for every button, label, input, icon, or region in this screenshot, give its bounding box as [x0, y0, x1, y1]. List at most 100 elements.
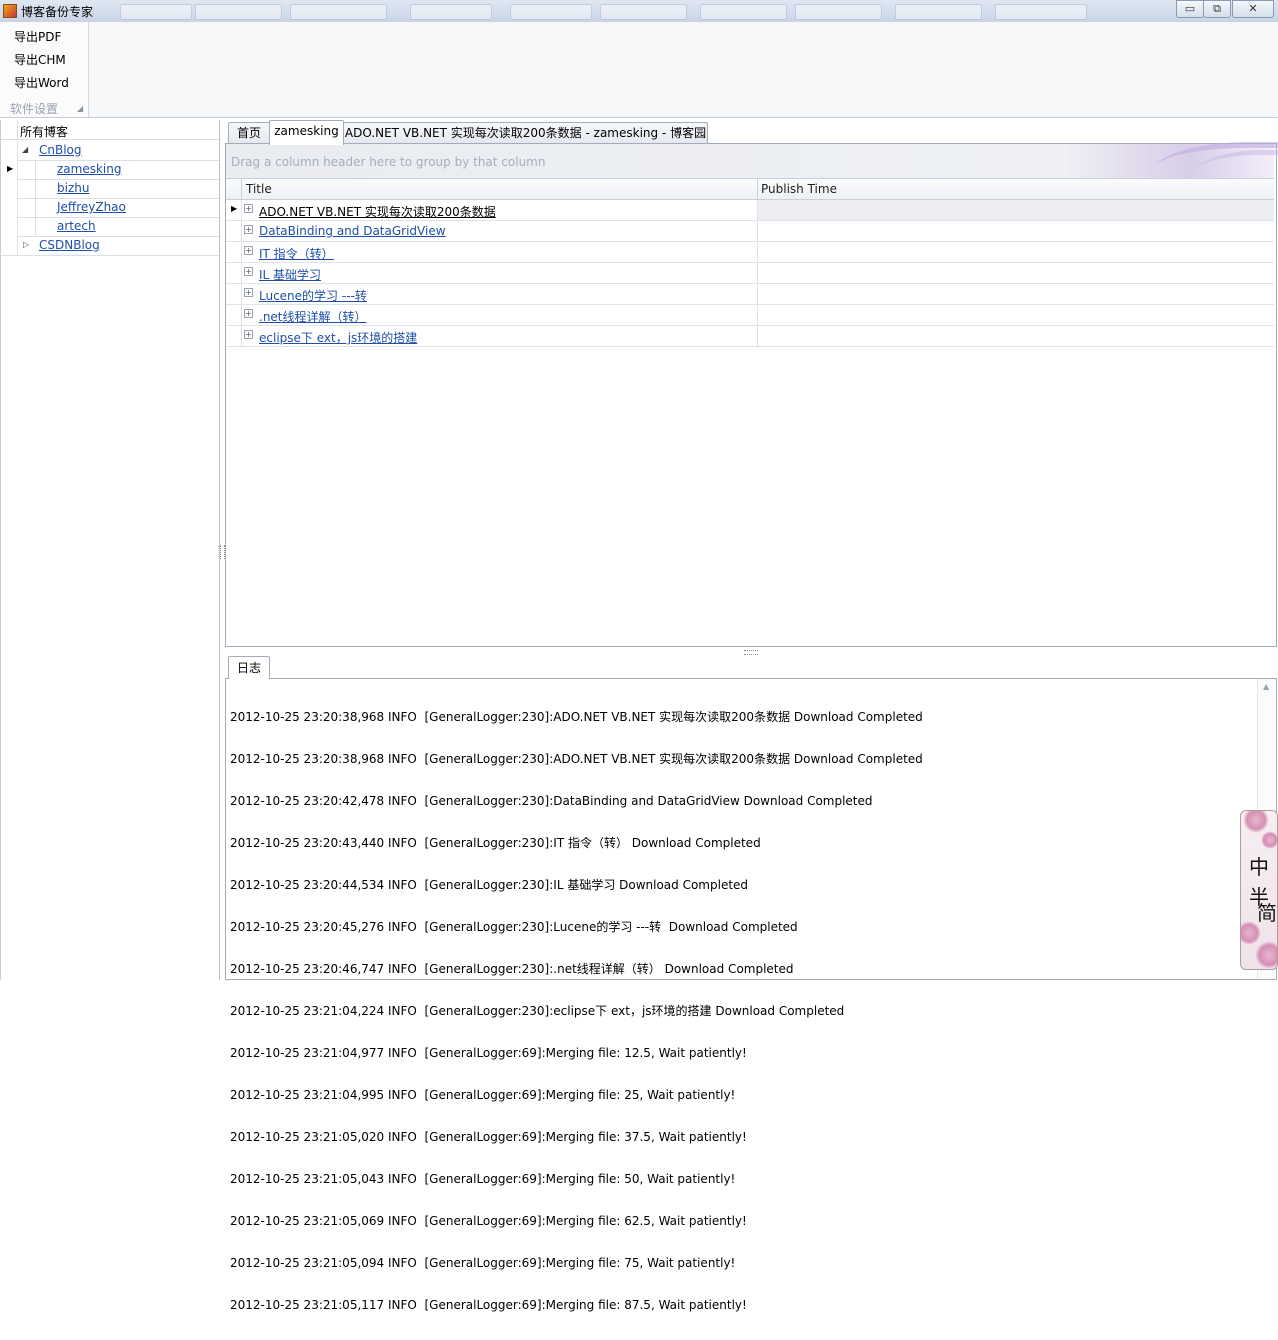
tab-log[interactable]: 日志: [228, 656, 270, 679]
expand-row-icon[interactable]: +: [244, 267, 253, 276]
background-taskbar-item: [700, 4, 787, 20]
tree-item-label[interactable]: CnBlog: [39, 143, 82, 157]
log-line: 2012-10-25 23:21:04,224 INFO [GeneralLog…: [230, 1004, 845, 1018]
row-title[interactable]: ADO.NET VB.NET 实现每次读取200条数据: [259, 203, 496, 220]
expand-icon[interactable]: ▷: [23, 240, 29, 249]
export-word-button[interactable]: 导出Word: [14, 74, 69, 91]
row-indicator: [226, 305, 242, 325]
log-text[interactable]: 2012-10-25 23:20:38,968 INFO [GeneralLog…: [230, 682, 923, 1340]
row-gutter: [1, 141, 18, 160]
background-taskbar-item: [995, 4, 1087, 20]
tree-item-zamesking[interactable]: ▶ zamesking: [1, 160, 219, 180]
export-chm-button[interactable]: 导出CHM: [14, 51, 66, 68]
expand-row-icon[interactable]: +: [244, 225, 253, 234]
row-indicator: [226, 242, 242, 262]
log-line: 2012-10-25 23:20:45,276 INFO [GeneralLog…: [230, 920, 798, 934]
tab-zamesking[interactable]: zamesking: [269, 120, 344, 145]
row-gutter: [1, 120, 18, 139]
row-gutter: [1, 179, 18, 198]
row-publish-time: [758, 326, 1274, 346]
close-button[interactable]: ✕: [1232, 0, 1274, 18]
tab-home[interactable]: 首页: [228, 122, 270, 144]
collapse-icon[interactable]: ◢: [22, 145, 28, 154]
row-indicator: ▶: [1, 160, 18, 179]
current-row-icon: ▶: [231, 204, 238, 213]
minimize-button[interactable]: ▭: [1176, 0, 1204, 18]
expand-row-icon[interactable]: +: [244, 309, 253, 318]
tree-item-label[interactable]: JeffreyZhao: [57, 200, 126, 214]
table-row[interactable]: + eclipse下 ext，js环境的搭建: [226, 326, 1274, 347]
row-indicator: [226, 284, 242, 304]
tree-root-label: 所有博客: [20, 125, 69, 139]
table-row[interactable]: + .net线程详解（转）: [226, 305, 1274, 326]
tree-item-label[interactable]: artech: [57, 219, 96, 233]
log-line: 2012-10-25 23:21:05,094 INFO [GeneralLog…: [230, 1256, 736, 1270]
expand-row-icon[interactable]: +: [244, 204, 253, 213]
table-row[interactable]: + IL 基础学习: [226, 263, 1274, 284]
tree-item-label[interactable]: bizhu: [57, 181, 89, 195]
indent-line: [35, 160, 36, 179]
expand-row-icon[interactable]: +: [244, 330, 253, 339]
tree-item-label[interactable]: CSDNBlog: [39, 238, 100, 252]
row-title[interactable]: .net线程详解（转）: [259, 308, 367, 325]
tree-root[interactable]: 所有博客: [1, 120, 219, 140]
restore-button[interactable]: ⧉: [1203, 0, 1231, 18]
row-indicator: [226, 326, 242, 346]
app-icon: [3, 4, 17, 18]
table-row[interactable]: ▶ + ADO.NET VB.NET 实现每次读取200条数据: [226, 200, 1274, 221]
expand-row-icon[interactable]: +: [244, 246, 253, 255]
group-by-hint: Drag a column header here to group by th…: [231, 155, 546, 169]
column-header-title[interactable]: Title: [246, 182, 272, 196]
row-gutter: [1, 236, 18, 255]
table-row[interactable]: + IT 指令（转）: [226, 242, 1274, 263]
tree-item-csdnblog[interactable]: ▷ CSDNBlog: [1, 236, 219, 256]
row-gutter: [1, 217, 18, 236]
dialog-launcher-icon[interactable]: ◢: [77, 104, 83, 113]
tree-item-bizhu[interactable]: bizhu: [1, 179, 219, 199]
grid-header: Title Publish Time: [226, 179, 1274, 200]
indent-line: [35, 179, 36, 198]
flower-decoration: [1255, 941, 1277, 969]
ime-toolbar[interactable]: 中 半 简: [1240, 810, 1278, 970]
background-taskbar-item: [410, 4, 492, 20]
tree-item-jeffreyzhao[interactable]: JeffreyZhao: [1, 198, 219, 218]
column-header-publish-time[interactable]: Publish Time: [761, 182, 837, 196]
background-taskbar-item: [195, 4, 282, 20]
table-row[interactable]: + DataBinding and DataGridView: [226, 221, 1274, 242]
row-title[interactable]: Lucene的学习 ---转: [259, 287, 367, 304]
tree-item-cnblog[interactable]: ◢ CnBlog: [1, 141, 219, 161]
row-indicator: ▶: [226, 200, 242, 220]
export-pdf-button[interactable]: 导出PDF: [14, 28, 61, 45]
row-gutter: [1, 198, 18, 217]
log-line: 2012-10-25 23:20:42,478 INFO [GeneralLog…: [230, 794, 873, 808]
row-indicator: [226, 263, 242, 283]
row-title[interactable]: eclipse下 ext，js环境的搭建: [259, 329, 417, 346]
row-title[interactable]: IL 基础学习: [259, 266, 321, 283]
log-panel: 2012-10-25 23:20:38,968 INFO [GeneralLog…: [225, 678, 1277, 1312]
expand-row-icon[interactable]: +: [244, 288, 253, 297]
row-publish-time: [758, 221, 1274, 241]
row-indicator: [226, 221, 242, 241]
table-row[interactable]: + Lucene的学习 ---转: [226, 284, 1274, 305]
log-line: 2012-10-25 23:20:43,440 INFO [GeneralLog…: [230, 836, 761, 850]
row-title[interactable]: DataBinding and DataGridView: [259, 224, 446, 238]
tab-article[interactable]: ADO.NET VB.NET 实现每次读取200条数据 - zamesking …: [343, 122, 708, 144]
background-taskbar-item: [510, 4, 592, 20]
flower-decoration: [1243, 811, 1269, 833]
scroll-up-icon[interactable]: ▲: [1263, 682, 1269, 691]
row-publish-time: [758, 200, 1274, 220]
log-line: 2012-10-25 23:21:05,069 INFO [GeneralLog…: [230, 1214, 747, 1228]
ime-simplified[interactable]: 简: [1257, 897, 1277, 926]
horizontal-splitter[interactable]: [744, 650, 758, 655]
ime-mode-chinese[interactable]: 中: [1249, 851, 1269, 880]
background-taskbar-item: [600, 4, 687, 20]
header-divider: [241, 179, 242, 199]
tree-item-label[interactable]: zamesking: [57, 162, 121, 176]
log-line: 2012-10-25 23:20:46,747 INFO [GeneralLog…: [230, 962, 794, 976]
current-row-icon: ▶: [7, 164, 14, 173]
log-line: 2012-10-25 23:21:05,117 INFO [GeneralLog…: [230, 1298, 747, 1312]
row-title[interactable]: IT 指令（转）: [259, 245, 334, 262]
background-taskbar-item: [795, 4, 882, 20]
group-by-panel[interactable]: Drag a column header here to group by th…: [226, 142, 1278, 185]
tree-item-artech[interactable]: artech: [1, 217, 219, 237]
